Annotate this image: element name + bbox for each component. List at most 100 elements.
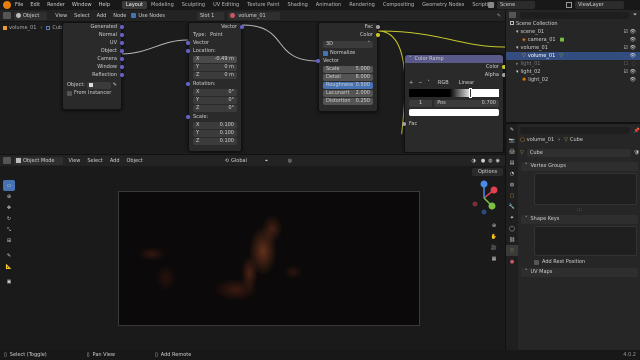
rotation-y-field[interactable]: Y 0° (193, 97, 237, 104)
socket-window[interactable] (120, 65, 124, 69)
remove-stop-icon[interactable]: − (418, 79, 422, 87)
data-tab-icon[interactable]: ▽ (506, 245, 518, 256)
shading-solid-icon[interactable]: ● (481, 158, 485, 164)
noise-distortion-field[interactable]: Distortion 0.250 (323, 98, 373, 105)
ramp-stop-index[interactable]: 1 (409, 99, 433, 107)
shape-keys-list[interactable] (534, 226, 637, 256)
tab-animation[interactable]: Animation (312, 1, 346, 9)
noise-dimension-select[interactable]: 3D ˅ (323, 41, 373, 48)
collapse-icon[interactable]: ˅ (409, 55, 412, 63)
scene-selector[interactable]: Scene (488, 1, 536, 9)
location-z-field[interactable]: Z0 m (193, 72, 237, 79)
location-x-field[interactable]: X -0.49 m (193, 56, 237, 63)
socket-reflection[interactable] (120, 73, 124, 77)
socket-object[interactable] (120, 49, 124, 53)
node-canvas[interactable]: volume_01 › Cube Generated Normal UV Obj… (0, 22, 505, 153)
menu-window[interactable]: Window (72, 2, 92, 8)
vp-menu-add[interactable]: Add (110, 158, 120, 164)
options-button[interactable]: Options (472, 168, 504, 176)
eye-icon[interactable]: 👁 (630, 36, 636, 44)
outliner-search[interactable] (520, 11, 629, 19)
proportional-icon[interactable]: ◎ (288, 158, 292, 164)
mesh-name-field[interactable]: Cube (526, 148, 631, 157)
ramp-mode-select[interactable]: RGB (438, 79, 449, 87)
tab-texture-paint[interactable]: Texture Paint (243, 1, 283, 9)
noise-texture-node[interactable]: Fac Color 3D ˅ Normalize Vector Scale 5.00… (316, 22, 380, 112)
eye-icon[interactable]: 👁 (630, 44, 636, 52)
camera-view-icon[interactable]: 🎥 (488, 242, 500, 253)
outliner-editor-icon[interactable] (509, 12, 516, 18)
color-ramp-node[interactable]: ˅ Color Ramp Color Alpha + − ˅ RGB Linea… (402, 54, 505, 153)
socket-mapping-out[interactable] (240, 25, 244, 29)
tab-layout[interactable]: Layout (122, 1, 147, 9)
add-cube-icon[interactable]: ▣ (3, 276, 15, 287)
view-layer-name[interactable]: ViewLayer (575, 1, 624, 9)
outliner-row-light01[interactable]: ▸ light_01 ☐ ◌ (506, 60, 640, 68)
menu-help[interactable]: Help (99, 2, 110, 8)
socket-location[interactable] (186, 49, 190, 53)
menu-add[interactable]: Add (97, 13, 107, 19)
object-field[interactable] (86, 81, 111, 89)
shape-keys-panel[interactable]: ˅ Shape Keys (521, 215, 638, 224)
modifier-tab-icon[interactable]: 🔧 (506, 201, 518, 212)
cursor-icon[interactable]: ⊕ (3, 191, 15, 202)
vp-menu-select[interactable]: Select (87, 158, 102, 164)
eyedropper-icon[interactable]: ✎ (113, 81, 117, 89)
rotate-icon[interactable]: ↻ (3, 213, 15, 224)
location-y-field[interactable]: Y0 m (193, 64, 237, 71)
outliner-row-camera01[interactable]: ◈ camera_01 ■ 👁 (506, 36, 640, 44)
eye-icon[interactable]: 👁 (630, 76, 636, 84)
measure-icon[interactable]: 📐 (3, 261, 15, 272)
socket-ramp-fac[interactable] (402, 122, 406, 126)
add-rest-position-checkbox[interactable] (534, 259, 539, 265)
3d-viewport[interactable]: ▭ ⊕ ✥ ↻ ⤡ ⊞ ✎ 📐 ▣ Options ⊕ ✋ 🎥 ▦ (0, 166, 505, 350)
noise-lacunarity-field[interactable]: Lacunarit 2.000 (323, 90, 373, 97)
socket-generated[interactable] (120, 25, 124, 29)
output-tab-icon[interactable]: 🖨 (506, 146, 518, 157)
physics-tab-icon[interactable]: ◯ (506, 223, 518, 234)
tab-modeling[interactable]: Modeling (147, 1, 178, 9)
properties-search[interactable] (520, 127, 630, 134)
tool-tab-icon[interactable]: ✎ (506, 124, 518, 135)
ortho-toggle-icon[interactable]: ▦ (488, 253, 500, 264)
vp-menu-object[interactable]: Object (127, 158, 143, 164)
snap-icon[interactable]: ⌖ (265, 158, 268, 164)
checkbox-icon[interactable]: ☐ (624, 60, 628, 68)
viewport-editor-icon[interactable] (3, 157, 11, 164)
move-icon[interactable]: ✥ (3, 202, 15, 213)
from-instancer-checkbox[interactable] (67, 90, 72, 96)
ramp-stop-color[interactable] (409, 109, 499, 116)
constraints-tab-icon[interactable]: ⛓ (506, 234, 518, 245)
socket-scale[interactable] (186, 115, 190, 119)
noise-detail-field[interactable]: Detail 8.000 (323, 74, 373, 81)
outliner-row-scene01[interactable]: ▾ scene_01 ☑ 👁 (506, 28, 640, 36)
fake-user-icon[interactable]: 🛡 (634, 150, 640, 156)
eye-icon[interactable]: 👁 (630, 52, 636, 60)
scale-x-field[interactable]: X 0.100 (193, 122, 237, 129)
outliner[interactable]: ⏷ Scene Collection ▾ scene_01 ☑ 👁 ◈ camera_0… (505, 10, 640, 122)
menu-file[interactable]: File (15, 2, 23, 8)
material-tab-icon[interactable]: ● (506, 256, 518, 267)
uv-maps-panel[interactable]: ˅ UV Maps (521, 268, 638, 277)
scene-tab-icon[interactable]: ◔ (506, 168, 518, 179)
socket-noise-fac[interactable] (376, 25, 380, 29)
socket-noise-color[interactable] (376, 33, 380, 37)
scale-y-field[interactable]: Y 0.100 (193, 130, 237, 137)
rotation-x-field[interactable]: X 0° (193, 89, 237, 96)
eye-icon[interactable]: 👁 (630, 68, 636, 76)
editor-type-icon[interactable] (3, 12, 11, 19)
use-nodes-checkbox[interactable] (131, 13, 137, 18)
select-box-icon[interactable]: ▭ (3, 180, 15, 191)
tab-geometry-nodes[interactable]: Geometry Nodes (418, 1, 468, 9)
tab-sculpting[interactable]: Sculpting (178, 1, 209, 9)
ramp-menu-icon[interactable]: ˅ (427, 79, 430, 87)
scale-icon[interactable]: ⤡ (3, 224, 15, 235)
world-tab-icon[interactable]: ◍ (506, 179, 518, 190)
noise-roughness-field[interactable]: Roughness 0.500 (323, 82, 373, 89)
material-select[interactable]: volume_01 (228, 11, 280, 20)
list-resize-handle[interactable]: ::: (518, 207, 640, 213)
view-layer-selector[interactable]: ViewLayer (566, 1, 624, 9)
tab-rendering[interactable]: Rendering (345, 1, 379, 9)
ramp-interp-select[interactable]: Linear (459, 79, 475, 87)
blender-logo-icon[interactable] (3, 1, 11, 9)
